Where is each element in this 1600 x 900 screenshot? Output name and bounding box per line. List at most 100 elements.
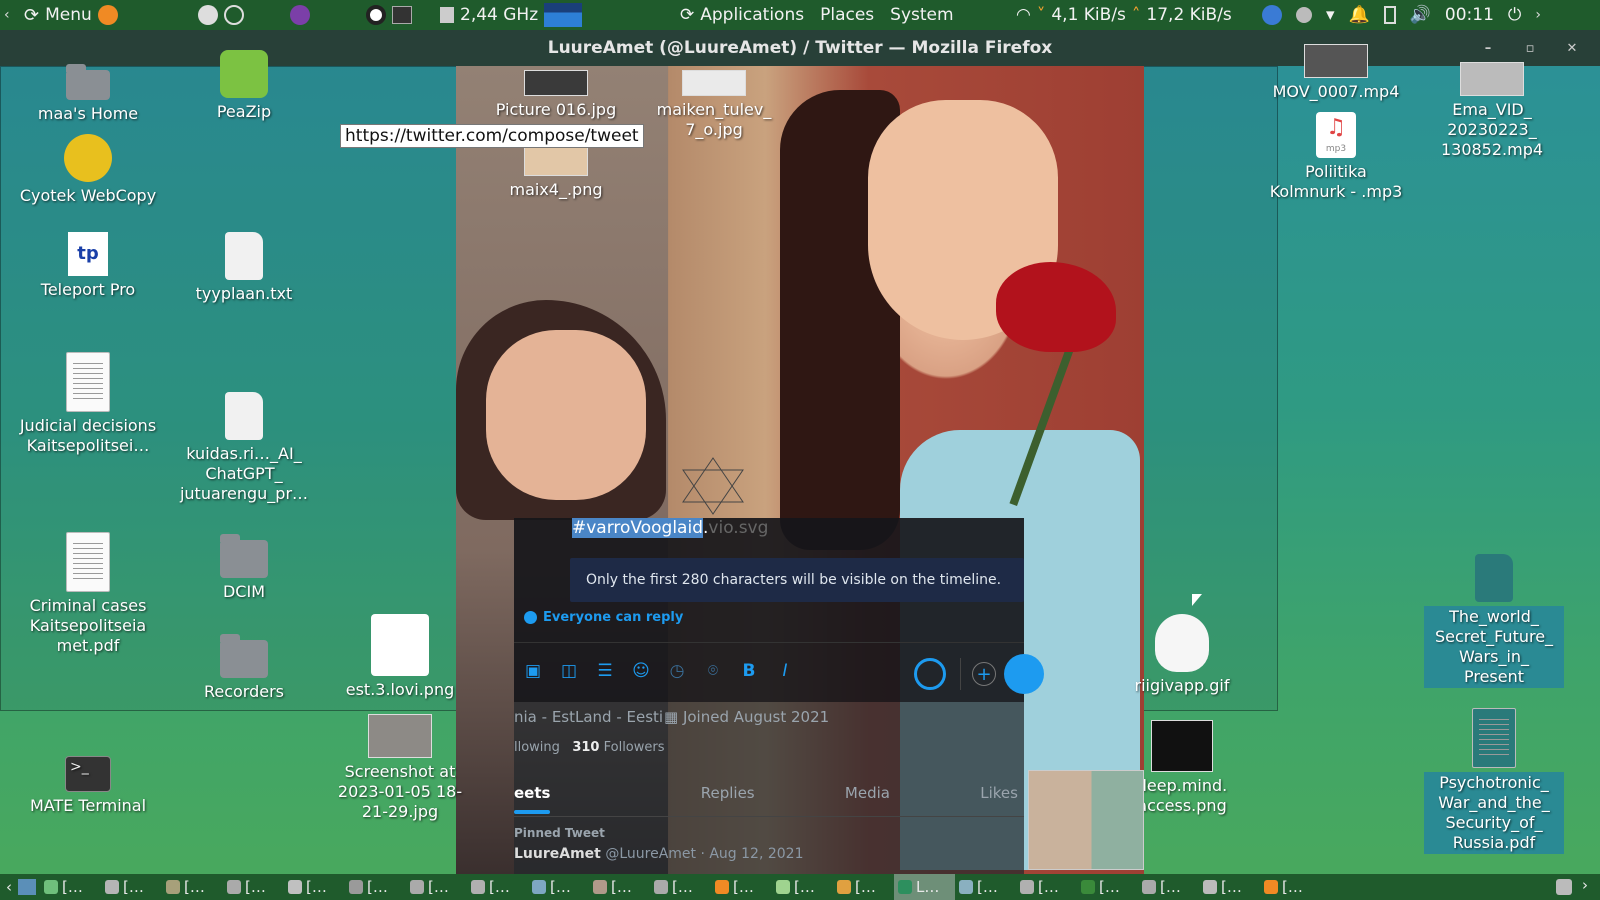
tweet-text-area[interactable]: #varroVooglaid.vio.svg [572,518,768,538]
tab-replies[interactable]: Replies [701,784,755,802]
taskbar-item-label: [… [1038,878,1059,896]
add-tweet-icon[interactable]: + [972,662,996,686]
media-icon[interactable]: ▣ [522,660,544,682]
taskbar-item[interactable]: [… [711,874,772,900]
terminal-launcher-icon[interactable] [392,6,412,24]
taskbar-app-icon [349,880,363,894]
bell-icon[interactable]: 🔔 [1349,5,1370,25]
desktop-icon-riigivapp[interactable]: riigivapp.gif [1112,614,1252,696]
taskbar-item[interactable]: [… [467,874,528,900]
opera-icon[interactable] [366,5,386,25]
taskbar-item[interactable]: [… [223,874,284,900]
battery-icon[interactable] [1383,6,1396,24]
volume-icon[interactable]: 🔊 [1410,5,1431,25]
applications-menu[interactable]: Applications [700,5,804,25]
followers-count[interactable]: 310 [572,740,599,755]
wifi-icon[interactable]: ▾ [1326,5,1335,25]
desktop-icon-judicial[interactable]: Judicial decisions Kaitsepolitsei… [18,352,158,456]
desktop-icon-mov[interactable]: MOV_0007.mp4 [1266,44,1406,102]
taskbar-item[interactable]: [… [833,874,894,900]
taskbar-item[interactable]: [… [955,874,1016,900]
taskbar-item[interactable]: [… [650,874,711,900]
tweet-author[interactable]: LuureAmet @LuureAmet · Aug 12, 2021 [514,846,804,862]
image-thumbnail-strip [1028,770,1144,870]
tab-tweets[interactable]: eets [514,784,550,802]
hashtag-text: #varroVooglaid [572,518,703,538]
maximize-icon[interactable]: ▫ [1520,38,1540,58]
info-icon[interactable] [1296,7,1312,23]
taskbar-item[interactable]: [… [589,874,650,900]
app-a-icon[interactable] [198,5,218,25]
taskbar-item-label: L… [916,878,940,896]
followers-label[interactable]: Followers [604,740,665,755]
trash-icon[interactable] [1556,879,1572,895]
desktop-icon-est-lovi[interactable]: est.3.lovi.png [330,614,470,700]
desktop-icon-world[interactable]: The_world_ Secret_Future_ Wars_in_ Prese… [1424,554,1564,688]
desktop-icon-tyyplaan[interactable]: tyyplaan.txt [174,232,314,304]
firefox-launcher-icon[interactable] [97,5,118,25]
location-icon[interactable]: ⌾ [702,660,724,682]
desktop-icon-maiken[interactable]: maiken_tulev_ 7_o.jpg [644,70,784,140]
desktop-icon-terminal[interactable]: >_ MATE Terminal [18,756,158,816]
desktop-icon-home[interactable]: maa's Home [18,64,158,124]
taskbar-item[interactable]: [… [406,874,467,900]
reply-setting-button[interactable]: Everyone can reply [524,610,683,625]
taskbar-item[interactable]: [… [528,874,589,900]
chrome-notify-icon[interactable] [1262,5,1282,25]
taskbar-item[interactable]: L… [894,874,955,900]
desktop-icon-teleport[interactable]: tp Teleport Pro [18,232,158,300]
desktop-icon-criminal[interactable]: Criminal cases Kaitsepolitseia met.pdf [18,532,158,656]
taskbar-item[interactable]: [… [1138,874,1199,900]
taskbar-item[interactable]: [… [284,874,345,900]
taskbar-item[interactable]: [… [345,874,406,900]
desktop-icon-maix4[interactable]: maix4_.png [486,146,626,200]
show-desktop-icon[interactable] [18,879,36,895]
desktop-icon-psychotronic[interactable]: Psychotronic_ War_and_the_ Security_of_ … [1424,708,1564,854]
file-icon [1475,554,1513,602]
panel-left-arrow[interactable]: ‹ [4,0,10,30]
bold-icon[interactable]: B [738,660,760,682]
minimize-icon[interactable]: – [1478,38,1498,58]
gif-icon[interactable]: ◫ [558,660,580,682]
taskbar-item-label: [… [672,878,693,896]
italic-icon[interactable]: I [774,660,796,682]
clock[interactable]: 00:11 [1445,5,1494,25]
panel-right-arrow[interactable]: › [1535,7,1541,23]
taskbar-item[interactable]: [… [1077,874,1138,900]
power-icon[interactable]: ⏻ [1508,5,1521,25]
desktop-icon-politiika[interactable]: ♫ mp3 Poliitika Kolmnurk - .mp3 [1266,112,1406,202]
taskbar-item[interactable]: [… [1016,874,1077,900]
desktop-icon-ema-vid[interactable]: Ema_VID_ 20230223_ 130852.mp4 [1422,62,1562,160]
desktop-icon-picture016[interactable]: Picture 016.jpg [486,70,626,120]
desktop-icon-dcim[interactable]: DCIM [174,534,314,602]
desktop-icon-screenshot[interactable]: Screenshot at 2023-01-05 18-21-29.jpg [330,714,470,822]
tor-icon[interactable] [290,5,310,25]
taskbar-app-icon [1081,880,1095,894]
taskbar-item[interactable]: [… [772,874,833,900]
pinned-tweet-label: Pinned Tweet [514,826,605,840]
desktop-icon-peazip[interactable]: PeaZip [174,50,314,122]
taskbar-item[interactable]: [… [101,874,162,900]
taskbar-item[interactable]: [… [40,874,101,900]
cpu-frequency: 2,44 GHz [460,5,539,25]
taskbar-item[interactable]: [… [162,874,223,900]
following-link[interactable]: llowing [514,740,560,755]
emoji-icon[interactable]: ☺ [630,660,652,682]
taskbar-item[interactable]: [… [1260,874,1321,900]
taskbar-right-arrow[interactable]: › [1582,876,1588,894]
menu-button[interactable]: ⟳ Menu [24,0,118,30]
desktop-icon-cyotek[interactable]: Cyotek WebCopy [18,134,158,206]
settings-gear-icon[interactable] [224,5,244,25]
system-menu[interactable]: System [890,5,953,25]
tab-media[interactable]: Media [845,784,890,802]
desktop-icon-recorders[interactable]: Recorders [174,634,314,702]
close-icon[interactable]: ✕ [1562,38,1582,58]
taskbar-item[interactable]: [… [1199,874,1260,900]
tweet-button[interactable] [1004,654,1044,694]
tab-likes[interactable]: Likes [980,784,1018,802]
schedule-icon[interactable]: ◷ [666,660,688,682]
taskbar-left-arrow[interactable]: ‹ [0,878,18,896]
desktop-icon-kuidas[interactable]: kuidas.ri…_AI_ ChatGPT_ jutuarengu_pr… [174,392,314,504]
places-menu[interactable]: Places [820,5,874,25]
poll-icon[interactable]: ☰ [594,660,616,682]
